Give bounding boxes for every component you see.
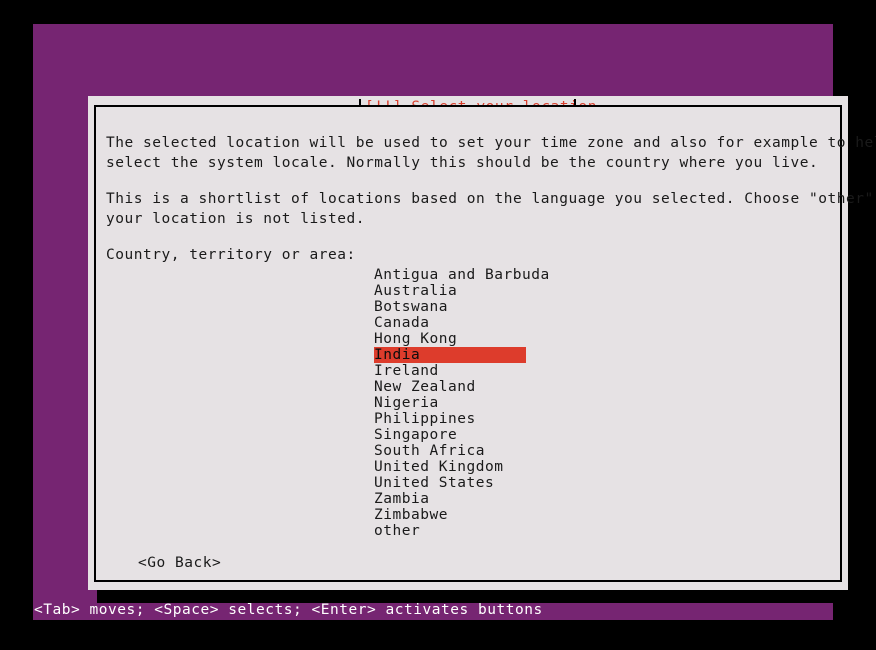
country-item[interactable]: United States xyxy=(374,475,574,491)
country-item[interactable]: Australia xyxy=(374,283,574,299)
country-list[interactable]: Antigua and Barbuda Australia Botswana Cana… xyxy=(374,267,574,539)
country-item[interactable]: Nigeria xyxy=(374,395,574,411)
select-location-dialog: [!!] Select your location The selected l… xyxy=(88,96,876,590)
description-line-2: select the system locale. Normally this … xyxy=(106,155,819,171)
country-item[interactable]: Zambia xyxy=(374,491,574,507)
description-line-1: The selected location will be used to se… xyxy=(106,135,876,151)
country-item[interactable]: Antigua and Barbuda xyxy=(374,267,574,283)
country-item[interactable]: Botswana xyxy=(374,299,574,315)
country-item[interactable]: New Zealand xyxy=(374,379,574,395)
country-item[interactable]: Philippines xyxy=(374,411,574,427)
country-item[interactable]: Hong Kong xyxy=(374,331,574,347)
country-item[interactable]: Ireland xyxy=(374,363,574,379)
country-item[interactable]: Singapore xyxy=(374,427,574,443)
country-item-selected[interactable]: India xyxy=(374,347,526,363)
shortlist-note-line-1: This is a shortlist of locations based o… xyxy=(106,191,876,207)
status-bar: <Tab> moves; <Space> selects; <Enter> ac… xyxy=(34,602,543,618)
dialog-inner-frame: The selected location will be used to se… xyxy=(94,105,876,582)
terminal-screen: [!!] Select your location The selected l… xyxy=(33,24,876,620)
country-list-label: Country, territory or area: xyxy=(106,247,356,263)
shortlist-note-line-2: your location is not listed. xyxy=(106,211,365,227)
country-item[interactable]: Zimbabwe xyxy=(374,507,574,523)
go-back-button[interactable]: <Go Back> xyxy=(138,555,221,571)
country-item[interactable]: other xyxy=(374,523,574,539)
country-item[interactable]: Canada xyxy=(374,315,574,331)
country-item[interactable]: South Africa xyxy=(374,443,574,459)
country-item[interactable]: United Kingdom xyxy=(374,459,574,475)
